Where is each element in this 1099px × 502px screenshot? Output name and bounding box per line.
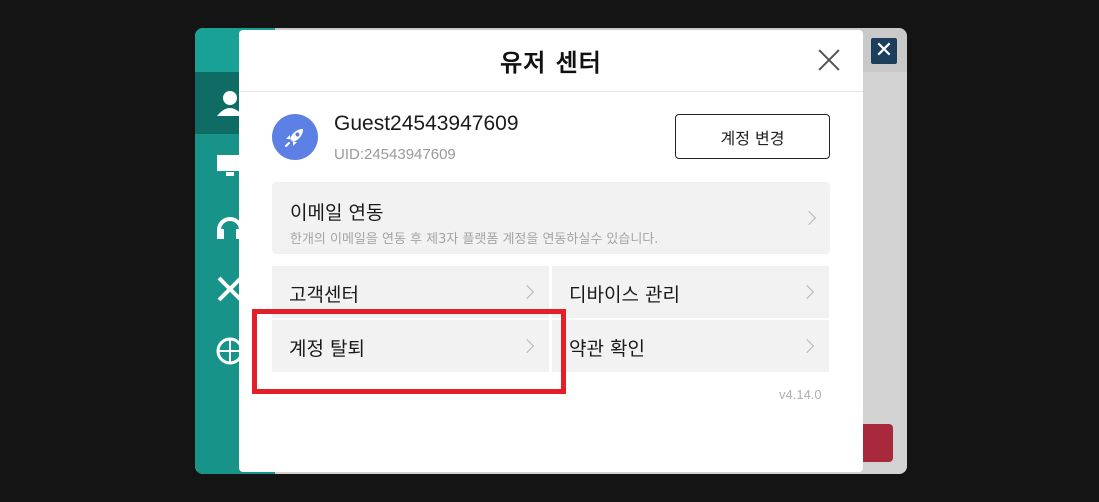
change-account-button[interactable]: 계정 변경 [675,114,830,159]
device-management-button[interactable]: 디바이스 관리 [552,266,829,318]
user-id: UID:24543947609 [334,146,456,163]
terms-button[interactable]: 약관 확인 [552,320,829,372]
chevron-right-icon [799,284,815,300]
menu-label: 디바이스 관리 [569,284,680,306]
modal-title: 유저 센터 [500,49,602,77]
version-label: v4.14.0 [779,387,822,402]
close-icon[interactable] [817,48,841,72]
email-link-title: 이메일 연동 [290,202,384,224]
chevron-right-icon [519,284,535,300]
user-center-modal: 유저 센터 Guest24543947609 UID:24543947609 계… [239,30,863,472]
email-link-button[interactable]: 이메일 연동 한개의 이메일을 연동 후 제3자 플랫폼 계정을 연동하실수 있… [272,182,830,254]
chevron-right-icon [799,338,815,354]
chevron-right-icon [519,338,535,354]
background-close-icon[interactable]: ✕ [871,38,897,64]
customer-center-button[interactable]: 고객센터 [272,266,549,318]
menu-label: 고객센터 [289,284,359,306]
menu-label: 계정 탈퇴 [289,338,365,360]
modal-header: 유저 센터 [239,30,863,92]
menu-label: 약관 확인 [569,338,645,360]
username: Guest24543947609 [334,112,519,135]
rocket-icon [272,114,318,160]
email-link-description: 한개의 이메일을 연동 후 제3자 플랫폼 계정을 연동하실수 있습니다. [290,232,659,247]
chevron-right-icon [801,210,817,226]
profile-section: Guest24543947609 UID:24543947609 계정 변경 [272,112,832,168]
delete-account-button[interactable]: 계정 탈퇴 [272,320,549,372]
